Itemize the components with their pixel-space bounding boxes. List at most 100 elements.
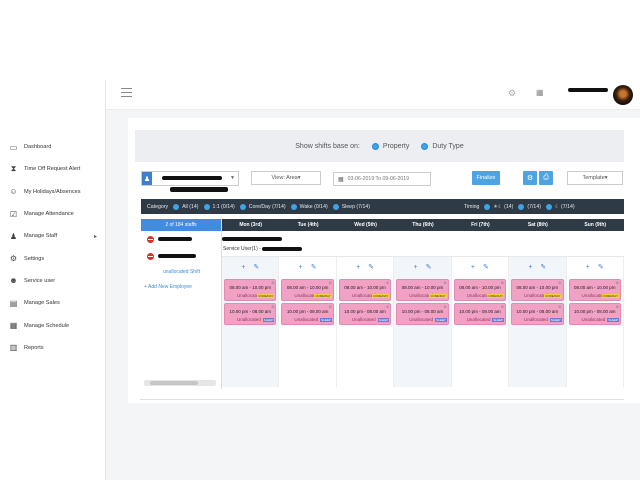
radio-timing-night[interactable] xyxy=(545,203,552,210)
gear-icon: ⚙ xyxy=(526,175,534,182)
checklist-icon: ☑ xyxy=(9,209,18,219)
horizontal-scrollbar[interactable] xyxy=(144,380,216,386)
radio-core-day[interactable] xyxy=(239,203,246,210)
sidebar-item-holidays[interactable]: ☺ My Holidays/Absences xyxy=(0,181,106,203)
shift-tag: CORE/DAY xyxy=(601,294,619,298)
category-bar: Category All (14) 1:1 (0/14) Core/Day (7… xyxy=(141,199,624,214)
add-shift-icon[interactable]: + xyxy=(413,264,417,271)
shift-tag: CORE/DAY xyxy=(256,294,275,298)
add-shift-icon[interactable]: + xyxy=(299,264,303,271)
printer-icon: ⎙ xyxy=(543,174,549,181)
sidebar-item-label: My Holidays/Absences xyxy=(24,188,81,195)
sidebar-item-sales[interactable]: ▤ Manage Sales xyxy=(0,292,106,314)
chevron-down-icon: ▼ xyxy=(230,175,235,181)
radio-all[interactable] xyxy=(173,203,180,210)
timing-all: (14) xyxy=(504,203,514,210)
service-name-redacted xyxy=(222,237,282,241)
edit-icon[interactable]: ✎ xyxy=(540,263,546,271)
shift-card-night[interactable]: ⊗ 10.00 pm - 08.00 am Unallocated SLEEP xyxy=(338,303,392,325)
remove-staff-icon[interactable] xyxy=(147,253,154,260)
shift-card-day[interactable]: ⊗ 08.00 am - 10.00 pm Unallocated CORE/DAY xyxy=(224,279,277,301)
add-new-employee-link[interactable]: + Add New Employee xyxy=(144,284,192,290)
day-header-wed: Wed (5th) xyxy=(354,222,377,228)
staff-row[interactable] xyxy=(141,248,221,265)
shift-card-day[interactable]: ⊗ 08.00 am - 10.00 pm Unallocated CORE/DAY xyxy=(338,279,392,301)
sidebar-item-service-user[interactable]: ☻ Service user xyxy=(0,270,106,292)
calendar-icon[interactable]: ▦ xyxy=(536,88,544,97)
edit-icon[interactable]: ✎ xyxy=(311,263,317,271)
remove-staff-icon[interactable] xyxy=(147,236,154,243)
sidebar-item-dashboard[interactable]: ▭ Dashboard xyxy=(0,136,106,158)
finalize-button[interactable]: Finalize xyxy=(472,171,500,185)
shift-card-day[interactable]: ⊗ 08.00 am - 10.00 pm Unallocated CORE/DAY xyxy=(281,279,334,301)
timing-day: (7/14) xyxy=(527,203,541,210)
sidebar-item-reports[interactable]: ▥ Reports xyxy=(0,337,106,359)
add-shift-icon[interactable]: + xyxy=(356,264,360,271)
edit-icon[interactable]: ✎ xyxy=(368,263,374,271)
shift-column: + ✎ ⊗ 08.00 am - 10.00 pm Unallocated CORE/DA… xyxy=(279,257,337,387)
shift-card-night[interactable]: ⊗ 10.00 pm - 08.00 am Unallocated SLEEP xyxy=(568,303,621,325)
staff-row[interactable] xyxy=(141,231,221,248)
edit-icon[interactable]: ✎ xyxy=(598,263,604,271)
sidebar-item-schedule[interactable]: ▦ Manage Schedule xyxy=(0,314,106,336)
shift-card-night[interactable]: ⊗ 10.00 pm - 08.00 am Unallocated SLEEP xyxy=(281,303,334,325)
settings-icon[interactable]: ⚙ xyxy=(508,88,516,99)
shift-tag: CORE/DAY xyxy=(544,294,562,298)
shift-status: Unallocated xyxy=(351,317,376,322)
view-area-dropdown[interactable]: View: Area▾ xyxy=(251,171,321,185)
avatar[interactable] xyxy=(613,85,633,105)
shift-card-night[interactable]: ⊗ 10.00 pm - 08.00 am Unallocated SLEEP xyxy=(224,303,277,325)
add-shift-icon[interactable]: + xyxy=(241,264,245,271)
sidebar-item-attendance[interactable]: ☑ Manage Attendance xyxy=(0,203,106,225)
sidebar-item-settings[interactable]: ⚙ Settings xyxy=(0,247,106,269)
shift-tag: SLEEP xyxy=(435,318,447,322)
cart-icon: ▤ xyxy=(9,298,18,308)
radio-timing-day[interactable] xyxy=(518,203,525,210)
shift-column: + ✎ ⊗ 08.00 am - 10.00 pm Unallocated CORE/DA… xyxy=(337,257,395,387)
shift-time: 10.00 pm - 08.00 am xyxy=(286,309,329,314)
template-dropdown[interactable]: Template▾ xyxy=(567,171,623,185)
shift-card-day[interactable]: ⊗ 08.00 am - 10.00 pm Unallocated CORE/DAY xyxy=(396,279,449,301)
sidebar-item-staff[interactable]: ♟ Manage Staff ▸ xyxy=(0,225,106,247)
edit-icon[interactable]: ✎ xyxy=(253,263,259,271)
sidebar-item-label: Manage Sales xyxy=(24,300,60,307)
user-name-redacted[interactable] xyxy=(568,88,608,92)
radio-wake[interactable] xyxy=(290,203,297,210)
shift-status: Unallocated xyxy=(237,317,261,322)
user-icon: ♟ xyxy=(142,172,152,185)
shift-time: 08.00 am - 10.00 pm xyxy=(229,285,271,290)
add-shift-icon[interactable]: + xyxy=(471,264,475,271)
shift-card-day[interactable]: ⊗ 08.00 am - 10.00 pm Unallocated CORE/DAY xyxy=(511,279,564,301)
add-shift-icon[interactable]: + xyxy=(528,264,532,271)
shift-tag: SLEEP xyxy=(607,318,619,322)
edit-icon[interactable]: ✎ xyxy=(426,263,432,271)
shift-card-night[interactable]: ⊗ 10.00 pm - 08.00 am Unallocated SLEEP xyxy=(396,303,449,325)
column-actions: + ✎ xyxy=(279,257,335,277)
hamburger-menu-icon[interactable] xyxy=(121,88,132,97)
print-button[interactable]: ⎙ xyxy=(539,171,553,185)
radio-timing-all[interactable] xyxy=(484,203,491,210)
shift-card-day[interactable]: ⊗ 08.00 am - 10.00 pm Unallocated CORE/DAY xyxy=(453,279,507,301)
shift-time: 10.00 pm - 08.00 am xyxy=(344,309,386,314)
radio-sleep[interactable] xyxy=(332,203,339,210)
radio-one-to-one[interactable] xyxy=(203,203,210,210)
shift-time: 10.00 pm - 08.00 am xyxy=(401,309,444,314)
radio-property[interactable] xyxy=(371,142,379,150)
shift-status: Unallocated xyxy=(524,317,548,322)
column-actions: + ✎ xyxy=(452,257,508,277)
employee-select[interactable]: ♟ ▼ xyxy=(141,171,239,186)
shift-time: 08.00 am - 10.00 pm xyxy=(401,285,444,290)
shift-time: 10.00 pm - 08.00 am xyxy=(229,309,271,314)
divider xyxy=(140,399,624,400)
sidebar-item-time-off[interactable]: ⧗ Time Off Request Alert xyxy=(0,158,106,180)
shift-card-night[interactable]: ⊗ 10.00 pm - 08.00 am Unallocated SLEEP xyxy=(511,303,564,325)
users-icon: ☻ xyxy=(9,276,18,286)
service-user-row: Service User(1) - xyxy=(222,231,624,257)
date-range-picker[interactable]: ▦ 03-06-2019 To 09-06-2019 xyxy=(333,172,431,186)
edit-icon[interactable]: ✎ xyxy=(483,263,489,271)
shift-card-night[interactable]: ⊗ 10.00 pm - 08.00 am Unallocated SLEEP xyxy=(453,303,507,325)
shift-card-day[interactable]: ⊗ 08.00 am - 10.00 pm Unallocated CORE/DAY xyxy=(568,279,621,301)
radio-duty-type[interactable] xyxy=(421,142,429,150)
add-shift-icon[interactable]: + xyxy=(586,264,590,271)
settings-button[interactable]: ⚙ xyxy=(523,171,537,185)
